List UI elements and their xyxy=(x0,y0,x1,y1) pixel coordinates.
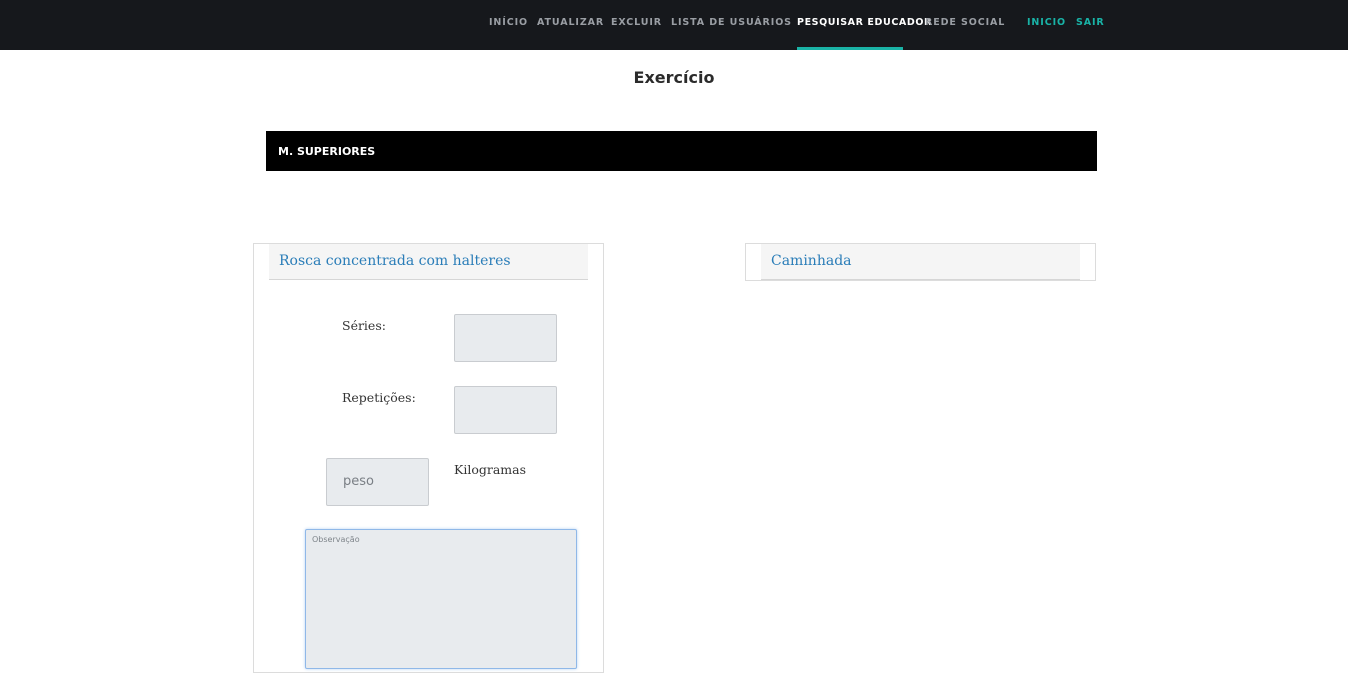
section-header: M. SUPERIORES xyxy=(266,131,1097,171)
card-header: Caminhada xyxy=(761,244,1080,280)
nav-item-lista-usuarios[interactable]: Lista de Usuários xyxy=(671,0,792,47)
reps-label: Repetições: xyxy=(342,390,416,405)
nav-item-excluir[interactable]: Excluir xyxy=(611,0,662,47)
nav-item-rede-social[interactable]: Rede Social xyxy=(925,0,1005,47)
page-title: Exercício xyxy=(633,68,715,87)
weight-input[interactable]: peso xyxy=(326,458,429,506)
exercise-card-caminhada: Caminhada xyxy=(745,243,1096,281)
nav-item-pesquisar-educador[interactable]: Pesquisar Educador xyxy=(797,0,931,50)
nav-item-inicio[interactable]: Início xyxy=(489,0,528,47)
card-header: Rosca concentrada com halteres xyxy=(269,244,588,280)
series-label: Séries: xyxy=(342,318,386,333)
nav-link-inicio[interactable]: Inicio xyxy=(1027,0,1066,47)
notes-textarea[interactable]: Observação xyxy=(305,529,577,669)
weight-unit-label: Kilogramas xyxy=(454,462,527,477)
section-header-label: M. SUPERIORES xyxy=(278,145,376,158)
reps-input[interactable] xyxy=(454,386,557,434)
card-title: Rosca concentrada com halteres xyxy=(279,253,511,269)
notes-placeholder: Observação xyxy=(312,535,360,544)
series-input[interactable] xyxy=(454,314,557,362)
card-title: Caminhada xyxy=(771,253,852,269)
nav-link-sair[interactable]: Sair xyxy=(1076,0,1105,47)
top-navbar: Início Atualizar Excluir Lista de Usuári… xyxy=(0,0,1348,50)
nav-item-atualizar[interactable]: Atualizar xyxy=(537,0,604,47)
exercise-card-rosca: Rosca concentrada com halteres Séries: R… xyxy=(253,243,604,673)
